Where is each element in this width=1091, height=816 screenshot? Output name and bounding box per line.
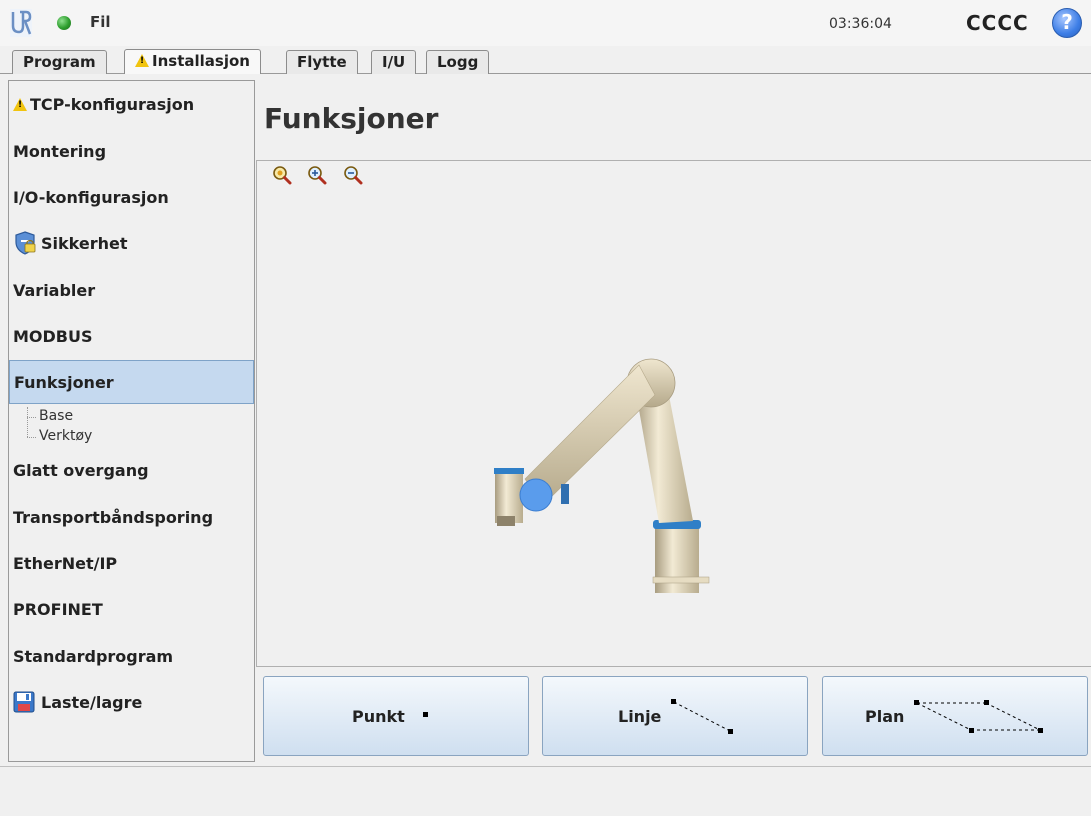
sidebar-item-glatt-overgang[interactable]: Glatt overgang [9, 449, 254, 493]
floppy-disk-icon [13, 691, 35, 713]
page-title: Funksjoner [264, 102, 439, 135]
point-button[interactable]: Punkt [263, 676, 529, 756]
tab-label: I/U [382, 53, 406, 71]
tab-label: Logg [437, 53, 479, 71]
clock: 03:36:04 [829, 16, 892, 32]
sidebar-item-label: I/O-konfigurasjon [13, 188, 169, 207]
sidebar-subitem-base[interactable]: Base [39, 408, 73, 424]
robot-3d-view[interactable] [256, 160, 1091, 667]
tree-connector [27, 417, 36, 418]
robot-name: CCCC [966, 11, 1029, 35]
sidebar-item-label: Standardprogram [13, 647, 174, 666]
plane-button-label: Plan [865, 707, 905, 726]
tab-label: Flytte [297, 53, 347, 71]
line-icon [671, 699, 733, 734]
sidebar-item-label: MODBUS [13, 327, 93, 346]
shield-lock-icon [15, 231, 36, 255]
sidebar-item-label: Montering [13, 142, 107, 161]
sidebar-item-io-config[interactable]: I/O-konfigurasjon [9, 176, 254, 220]
sidebar-item-laste-lagre[interactable]: Laste/lagre [9, 681, 254, 725]
help-icon[interactable]: ? [1052, 8, 1082, 38]
ur-logo [10, 9, 32, 37]
sidebar-item-label: TCP-konfigurasjon [30, 95, 195, 114]
sidebar-item-label: Funksjoner [14, 373, 114, 392]
sidebar-item-modbus[interactable]: MODBUS [9, 315, 254, 359]
sidebar-item-variabler[interactable]: Variabler [9, 269, 254, 313]
sidebar-item-tcp[interactable]: TCP-konfigurasjon [9, 83, 254, 127]
sidebar-item-label: Transportbåndsporing [13, 508, 214, 527]
tab-io[interactable]: I/U [371, 50, 417, 74]
tab-label: Program [23, 53, 96, 71]
sidebar-item-montering[interactable]: Montering [9, 130, 254, 174]
tree-connector [27, 437, 36, 438]
sidebar-item-label: Glatt overgang [13, 461, 149, 480]
sidebar-item-ethernet-ip[interactable]: EtherNet/IP [9, 542, 254, 586]
point-icon [423, 712, 428, 717]
warning-icon [135, 54, 149, 67]
file-menu[interactable]: Fil [90, 13, 111, 31]
footer-divider [0, 766, 1091, 767]
sidebar-item-label: Laste/lagre [41, 693, 143, 712]
plane-button[interactable]: Plan [822, 676, 1088, 756]
line-button[interactable]: Linje [542, 676, 808, 756]
robot-arm-model [494, 358, 710, 593]
tab-logg[interactable]: Logg [426, 50, 490, 74]
sidebar-item-funksjoner[interactable]: Funksjoner [9, 360, 254, 404]
sidebar-item-label: Variabler [13, 281, 96, 300]
tree-connector [27, 407, 28, 437]
sidebar-item-profinet[interactable]: PROFINET [9, 588, 254, 632]
tab-label: Installasjon [152, 52, 250, 70]
zoom-out-icon[interactable] [343, 165, 363, 185]
line-button-label: Linje [618, 707, 662, 726]
installation-sidebar: TCP-konfigurasjon Montering I/O-konfigur… [8, 80, 255, 762]
tab-installasjon[interactable]: Installasjon [124, 49, 261, 74]
top-bar: Fil 03:36:04 CCCC ? [0, 0, 1091, 46]
plane-icon [914, 700, 1043, 733]
tab-bar: Program Installasjon Flytte I/U Logg [0, 46, 1091, 74]
sidebar-item-transportband[interactable]: Transportbåndsporing [9, 496, 254, 540]
zoom-fit-icon[interactable] [272, 165, 292, 185]
sidebar-item-label: Sikkerhet [41, 234, 128, 253]
warning-icon [13, 98, 27, 111]
sidebar-item-sikkerhet[interactable]: Sikkerhet [9, 222, 254, 266]
robot-status-icon [57, 16, 71, 30]
tab-program[interactable]: Program [12, 50, 107, 74]
tab-flytte[interactable]: Flytte [286, 50, 358, 74]
zoom-in-icon[interactable] [307, 165, 327, 185]
sidebar-item-label: EtherNet/IP [13, 554, 118, 573]
sidebar-item-standardprogram[interactable]: Standardprogram [9, 635, 254, 679]
sidebar-subitem-verktoy[interactable]: Verktøy [39, 428, 92, 444]
sidebar-item-label: PROFINET [13, 600, 103, 619]
point-button-label: Punkt [352, 707, 405, 726]
